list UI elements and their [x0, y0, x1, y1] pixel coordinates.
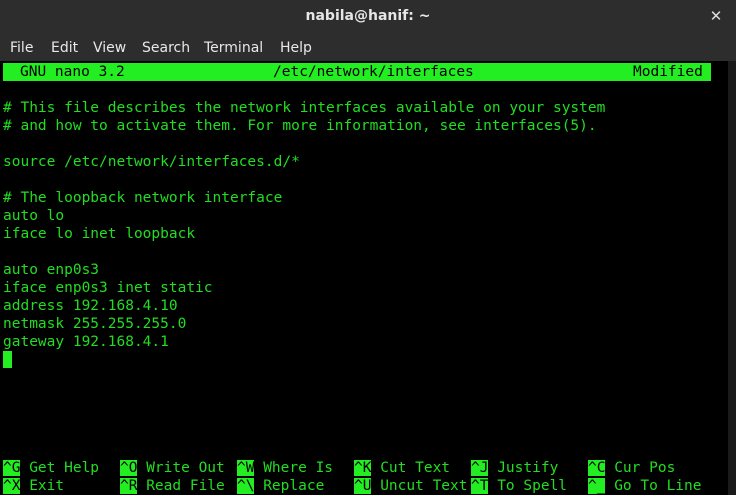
shortcut-label: Read File — [146, 478, 225, 494]
shortcut-cut-text[interactable]: ^K Cut Text — [354, 459, 450, 477]
title-bar[interactable]: nabila@hanif: ~ ✕ — [0, 0, 736, 33]
menu-view[interactable]: View — [93, 40, 126, 56]
shortcut-key: ^R — [120, 478, 138, 494]
shortcut-label: Exit — [29, 478, 65, 494]
menu-help[interactable]: Help — [280, 40, 312, 56]
shortcut-where-is[interactable]: ^W Where Is — [237, 459, 333, 477]
text-cursor — [3, 351, 12, 368]
menu-file[interactable]: File — [10, 40, 33, 56]
shortcut-write-out[interactable]: ^O Write Out — [120, 459, 225, 477]
nano-header-bar: GNU nano 3.2 /etc/network/interfaces Mod… — [3, 63, 711, 81]
shortcut-key: ^X — [3, 478, 21, 494]
shortcut-label: Go To Line — [614, 478, 702, 494]
editor-line[interactable]: iface lo inet loopback — [3, 225, 195, 243]
shortcut-get-help[interactable]: ^G Get Help — [3, 459, 99, 477]
shortcut-label: Replace — [263, 478, 325, 494]
editor-line[interactable]: source /etc/network/interfaces.d/* — [3, 153, 300, 171]
editor-line[interactable]: iface enp0s3 inet static — [3, 279, 213, 297]
editor-line[interactable]: # This file describes the network interf… — [3, 99, 605, 117]
shortcut-cur-pos[interactable]: ^C Cur Pos — [588, 459, 675, 477]
shortcut-key: ^W — [237, 460, 255, 476]
editor-line[interactable]: auto enp0s3 — [3, 261, 99, 279]
shortcut-label: Cur Pos — [614, 460, 676, 476]
menu-search[interactable]: Search — [142, 40, 190, 56]
shortcut-exit[interactable]: ^X Exit — [3, 477, 64, 495]
editor-line[interactable]: auto lo — [3, 207, 64, 225]
menu-bar: File Edit View Search Terminal Help — [0, 33, 736, 61]
shortcut-label: Where Is — [263, 460, 334, 476]
shortcut-replace[interactable]: ^\ Replace — [237, 477, 324, 495]
shortcut-label: Uncut Text — [380, 478, 468, 494]
shortcut-label: Justify — [497, 460, 559, 476]
shortcut-key: ^U — [354, 478, 372, 494]
shortcut-key: ^G — [3, 460, 21, 476]
shortcut-key: ^J — [471, 460, 489, 476]
editor-line[interactable]: netmask 255.255.255.0 — [3, 315, 186, 333]
shortcut-justify[interactable]: ^J Justify — [471, 459, 558, 477]
window-title: nabila@hanif: ~ — [305, 8, 431, 24]
editor-line[interactable]: # The loopback network interface — [3, 189, 282, 207]
editor-line[interactable]: gateway 192.168.4.1 — [3, 333, 169, 351]
nano-status: Modified — [633, 64, 703, 80]
editor-line[interactable]: # and how to activate them. For more inf… — [3, 117, 597, 135]
shortcut-label: Get Help — [29, 460, 100, 476]
menu-terminal[interactable]: Terminal — [204, 40, 263, 56]
nano-filename: /etc/network/interfaces — [273, 64, 474, 80]
shortcut-label: To Spell — [497, 478, 568, 494]
shortcut-key: ^_ — [588, 478, 606, 494]
shortcut-key: ^K — [354, 460, 372, 476]
shortcut-key: ^T — [471, 478, 489, 494]
scrollbar[interactable] — [728, 61, 736, 495]
menu-edit[interactable]: Edit — [51, 40, 78, 56]
shortcut-to-spell[interactable]: ^T To Spell — [471, 477, 567, 495]
nano-version: GNU nano 3.2 — [20, 64, 125, 80]
shortcut-key: ^C — [588, 460, 606, 476]
shortcut-key: ^\ — [237, 478, 255, 494]
editor-line[interactable]: address 192.168.4.10 — [3, 297, 178, 315]
shortcut-uncut-text[interactable]: ^U Uncut Text — [354, 477, 468, 495]
terminal-window: nabila@hanif: ~ ✕ File Edit View Search … — [0, 0, 736, 495]
shortcut-key: ^O — [120, 460, 138, 476]
shortcut-label: Write Out — [146, 460, 225, 476]
shortcut-label: Cut Text — [380, 460, 451, 476]
close-icon[interactable]: ✕ — [706, 6, 726, 26]
shortcut-read-file[interactable]: ^R Read File — [120, 477, 225, 495]
shortcut-go-to-line[interactable]: ^_ Go To Line — [588, 477, 702, 495]
